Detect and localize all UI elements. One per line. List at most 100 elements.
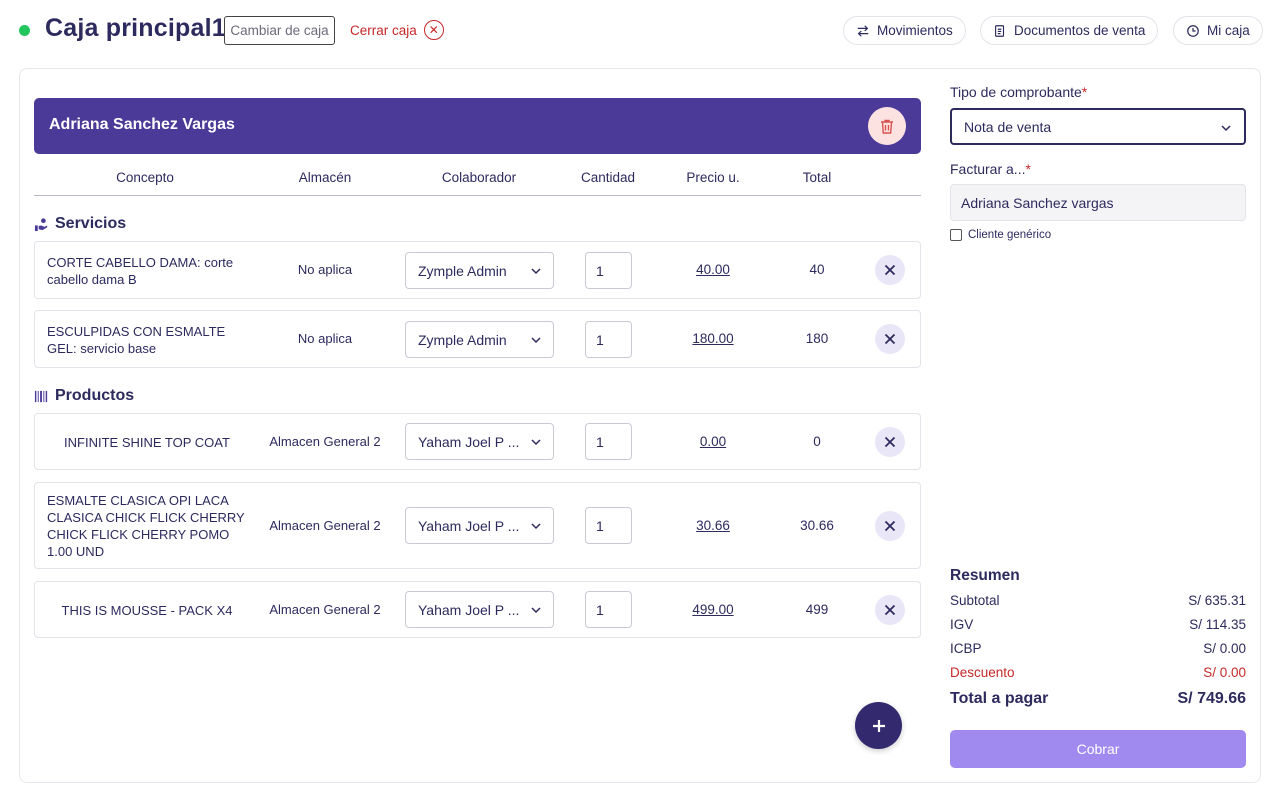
product-concept: INFINITE SHINE TOP COAT [64, 435, 230, 450]
close-circle-icon: ✕ [423, 20, 444, 40]
remove-line-button[interactable] [875, 595, 905, 625]
column-header-warehouse: Almacén [298, 170, 352, 185]
bill-to-field[interactable]: Adriana Sanchez vargas [950, 184, 1246, 221]
quantity-input[interactable]: 1 [585, 423, 632, 460]
bill-to-label-text: Facturar a... [950, 161, 1026, 177]
igv-row: IGV S/ 114.35 [950, 617, 1246, 632]
product-warehouse: Almacen General 2 [269, 434, 381, 449]
quantity-input[interactable]: 1 [585, 321, 632, 358]
services-section-title: Servicios [34, 215, 126, 233]
chevron-down-icon [531, 337, 541, 344]
doc-type-select[interactable]: Nota de venta [950, 108, 1246, 145]
generic-client-label: Cliente genérico [968, 229, 1052, 241]
close-icon [884, 520, 896, 532]
chevron-down-icon [531, 439, 541, 446]
close-icon [884, 264, 896, 276]
column-header-unit-price: Precio u. [686, 170, 740, 185]
sales-documents-label: Documentos de venta [1014, 23, 1146, 38]
discount-value: S/ 0.00 [1203, 665, 1246, 680]
total-value: S/ 749.66 [1177, 690, 1247, 707]
collaborator-select[interactable]: Zymple Admin [405, 321, 554, 358]
required-marker: * [1081, 84, 1088, 100]
quantity-input[interactable]: 1 [585, 507, 632, 544]
add-item-button[interactable] [855, 702, 902, 749]
my-register-label: Mi caja [1207, 23, 1250, 38]
close-icon [884, 333, 896, 345]
product-row: ESMALTE CLASICA OPI LACA CLASICA CHICK F… [34, 482, 921, 569]
unit-price-link[interactable]: 40.00 [673, 262, 753, 277]
icbp-label: ICBP [950, 641, 982, 656]
products-label: Productos [55, 387, 135, 404]
unit-price-link[interactable]: 0.00 [673, 434, 753, 449]
unit-price-link[interactable]: 180.00 [673, 331, 753, 346]
remove-line-button[interactable] [875, 511, 905, 541]
chevron-down-icon [531, 268, 541, 275]
page-title: Caja principal1 [45, 14, 226, 42]
trash-icon [881, 119, 893, 134]
sales-documents-button[interactable]: Documentos de venta [980, 16, 1159, 45]
collaborator-select[interactable]: Zymple Admin [405, 252, 554, 289]
column-header-total: Total [802, 170, 832, 185]
barcode-icon [34, 390, 48, 402]
product-concept: THIS IS MOUSSE - PACK X4 [61, 603, 233, 618]
line-total: 499 [805, 602, 829, 617]
status-indicator [19, 25, 30, 36]
summary-title: Resumen [950, 567, 1020, 584]
doc-type-value: Nota de venta [964, 118, 1052, 135]
discount-label: Descuento [950, 665, 1015, 680]
remove-line-button[interactable] [875, 255, 905, 285]
collaborator-select[interactable]: Yaham Joel P ... [405, 423, 554, 460]
generic-client-option[interactable]: Cliente genérico [950, 229, 1051, 241]
column-header-quantity: Cantidad [580, 170, 636, 185]
required-marker: * [1025, 161, 1031, 177]
hand-service-icon [34, 217, 48, 231]
product-concept: ESMALTE CLASICA OPI LACA CLASICA CHICK F… [47, 493, 245, 559]
header-divider [34, 195, 921, 196]
chevron-down-icon [531, 607, 541, 614]
my-register-button[interactable]: Mi caja [1173, 16, 1263, 45]
movements-button[interactable]: Movimientos [843, 16, 966, 45]
plus-icon [872, 719, 885, 732]
service-warehouse: No aplica [297, 331, 353, 346]
product-row: THIS IS MOUSSE - PACK X4 Almacen General… [34, 581, 921, 638]
document-icon [995, 24, 1005, 37]
service-row: ESCULPIDAS CON ESMALTE GEL: servicio bas… [34, 310, 921, 368]
total-row: Total a pagar S/ 749.66 [950, 690, 1246, 708]
collaborator-select[interactable]: Yaham Joel P ... [405, 507, 554, 544]
close-register-label: Cerrar caja [350, 22, 417, 38]
column-header-concept: Concepto [116, 170, 174, 185]
service-concept: ESCULPIDAS CON ESMALTE GEL: servicio bas… [47, 324, 226, 356]
service-concept: CORTE CABELLO DAMA: corte cabello dama B [47, 255, 234, 287]
discount-row: Descuento S/ 0.00 [950, 665, 1246, 680]
product-warehouse: Almacen General 2 [269, 602, 381, 617]
collaborator-value: Yaham Joel P ... [418, 601, 520, 618]
close-register-button[interactable]: Cerrar caja ✕ [350, 18, 444, 42]
line-total: 40 [809, 262, 825, 277]
remove-line-button[interactable] [875, 324, 905, 354]
column-header-collaborator: Colaborador [441, 170, 517, 185]
product-warehouse: Almacen General 2 [269, 518, 381, 533]
subtotal-value: S/ 635.31 [1188, 593, 1246, 608]
client-name: Adriana Sanchez Vargas [49, 116, 235, 133]
igv-value: S/ 114.35 [1189, 617, 1246, 632]
remove-line-button[interactable] [875, 427, 905, 457]
quantity-input[interactable]: 1 [585, 591, 632, 628]
movements-label: Movimientos [877, 23, 953, 38]
unit-price-link[interactable]: 499.00 [673, 602, 753, 617]
chevron-down-icon [531, 523, 541, 530]
products-section-title: Productos [34, 387, 134, 405]
generic-client-checkbox[interactable] [950, 229, 962, 241]
icbp-row: ICBP S/ 0.00 [950, 641, 1246, 656]
remove-client-button[interactable] [868, 107, 906, 145]
change-register-button[interactable]: Cambiar de caja [224, 16, 335, 45]
collaborator-value: Zymple Admin [418, 331, 507, 348]
clock-icon [1187, 24, 1199, 37]
arrows-swap-icon [857, 24, 869, 37]
unit-price-link[interactable]: 30.66 [673, 518, 753, 533]
service-row: CORTE CABELLO DAMA: corte cabello dama B… [34, 241, 921, 299]
collaborator-select[interactable]: Yaham Joel P ... [405, 591, 554, 628]
quantity-input[interactable]: 1 [585, 252, 632, 289]
client-bar: Adriana Sanchez Vargas [34, 98, 921, 154]
chevron-down-icon [1221, 125, 1231, 132]
charge-button[interactable]: Cobrar [950, 730, 1246, 768]
